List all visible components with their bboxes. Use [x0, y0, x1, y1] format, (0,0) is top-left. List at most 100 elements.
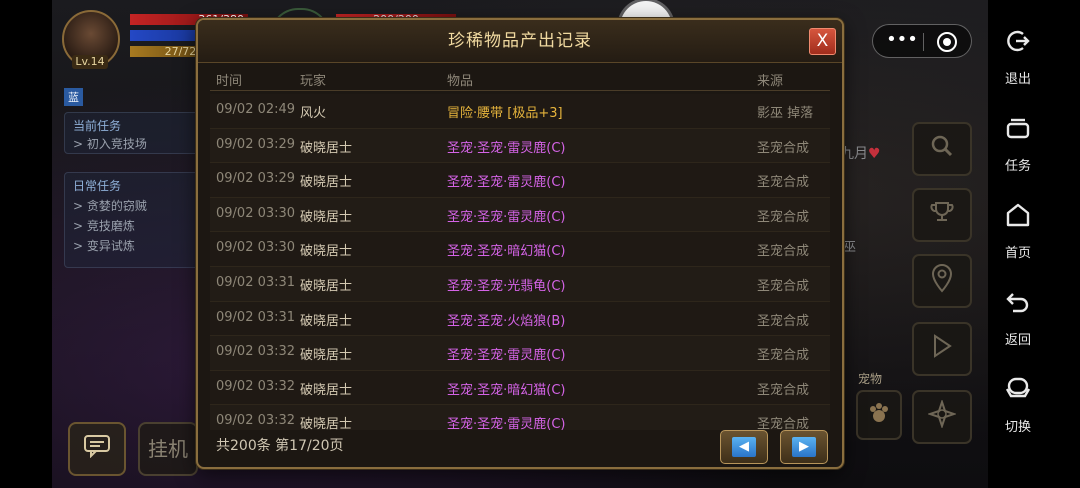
nav-back-label: 返回 [1004, 333, 1031, 348]
pet-label: 宠物 [858, 372, 883, 386]
auto-battle-button[interactable]: 挂机 [138, 422, 198, 476]
table-row: 09/02 03:32 破晓居士 圣宠·圣宠·雷灵鹿(C) 圣宠合成 [210, 405, 830, 430]
nav-switch-label: 切换 [1004, 420, 1031, 435]
table-header: 时间 玩家 物品 来源 [210, 68, 830, 91]
pagination-info: 共200条 第17/20页 [216, 438, 344, 454]
search-button[interactable] [912, 122, 972, 176]
capsule-divider [923, 33, 924, 51]
scene-npc-label: 九月♥ [840, 143, 881, 163]
nav-exit-label: 退出 [1004, 72, 1031, 87]
exit-icon [998, 28, 1038, 58]
cell-item: 圣宠·圣宠·雷灵鹿(C) [447, 348, 566, 364]
table-row: 09/02 03:32 破晓居士 圣宠·圣宠·暗幻猫(C) 圣宠合成 [210, 370, 830, 406]
current-quest-title: 当前任务 [73, 119, 122, 133]
star-emblem-icon [926, 398, 958, 434]
nav-exit[interactable]: 退出 [998, 28, 1038, 87]
cell-player: 破晓居士 [300, 244, 353, 260]
player-level: Lv.14 [72, 55, 108, 69]
cell-player: 破晓居士 [300, 348, 353, 364]
quest-panel: 蓝 当前任务 > 初入竞技场 日常任务 > 贪婪的窃贼 > 竞技磨炼 > 变异试… [64, 88, 200, 268]
nav-back[interactable]: 返回 [998, 289, 1038, 348]
home-icon [998, 202, 1038, 232]
cell-player: 破晓居士 [300, 382, 353, 398]
dialog-title: 珍稀物品产出记录 [448, 31, 592, 51]
table-row: 09/02 03:30 破晓居士 圣宠·圣宠·雷灵鹿(C) 圣宠合成 [210, 197, 830, 233]
cell-item: 圣宠·圣宠·雷灵鹿(C) [447, 140, 566, 156]
cell-source: 圣宠合成 [757, 175, 810, 191]
close-miniprogram-button[interactable] [937, 32, 957, 52]
cell-time: 09/02 03:30 [216, 205, 296, 221]
cell-player: 破晓居士 [300, 278, 353, 294]
search-icon [929, 133, 955, 165]
cell-source: 圣宠合成 [757, 140, 810, 156]
cell-player: 破晓居士 [300, 175, 353, 191]
cell-item: 圣宠·圣宠·暗幻猫(C) [447, 244, 566, 260]
nav-task-label: 任务 [1004, 159, 1031, 174]
map-pin-button[interactable] [912, 254, 972, 308]
column-header-item: 物品 [447, 74, 474, 89]
play-icon [931, 333, 953, 365]
cell-time: 09/02 03:29 [216, 171, 296, 187]
table-row: 09/02 03:31 破晓居士 圣宠·圣宠·光翡龟(C) 圣宠合成 [210, 266, 830, 302]
cell-player: 破晓居士 [300, 417, 353, 430]
skill-button[interactable] [912, 390, 972, 444]
table-row: 09/02 02:49 风火 冒险·腰带 [极品+3] 影巫 掉落 [210, 94, 830, 129]
cell-source: 圣宠合成 [757, 348, 810, 364]
cell-time: 09/02 03:31 [216, 274, 296, 290]
table-row: 09/02 03:32 破晓居士 圣宠·圣宠·雷灵鹿(C) 圣宠合成 [210, 336, 830, 371]
cell-source: 圣宠合成 [757, 417, 810, 430]
cell-item: 圣宠·圣宠·雷灵鹿(C) [447, 209, 566, 225]
current-quest-item[interactable]: > 初入竞技场 [73, 135, 147, 152]
cell-time: 09/02 03:32 [216, 378, 296, 394]
table-row: 09/02 03:31 破晓居士 圣宠·圣宠·火焰狼(B) 圣宠合成 [210, 301, 830, 337]
back-icon [998, 289, 1038, 319]
cell-source: 圣宠合成 [757, 382, 810, 398]
arrow-left-icon: ◀ [732, 437, 756, 457]
cell-source: 圣宠合成 [757, 244, 810, 260]
cell-item: 圣宠·圣宠·光翡龟(C) [447, 278, 566, 294]
next-page-button[interactable]: ▶ [780, 430, 828, 464]
cell-item: 圣宠·圣宠·暗幻猫(C) [447, 382, 566, 398]
daily-quest-item[interactable]: > 竞技磨炼 [73, 217, 135, 234]
pet-button[interactable] [856, 390, 902, 440]
daily-quest-item[interactable]: > 贪婪的窃贼 [73, 197, 147, 214]
daily-quest-item[interactable]: > 变异试炼 [73, 237, 135, 254]
cell-time: 09/02 03:29 [216, 136, 296, 152]
column-header-source: 来源 [757, 74, 784, 89]
close-button[interactable]: X [809, 28, 836, 55]
nav-home[interactable]: 首页 [998, 202, 1038, 261]
quest-tag: 蓝 [64, 88, 83, 106]
switch-icon [998, 376, 1038, 406]
table-row: 09/02 03:30 破晓居士 圣宠·圣宠·暗幻猫(C) 圣宠合成 [210, 232, 830, 267]
trophy-button[interactable] [912, 188, 972, 242]
chat-bubble-icon [83, 434, 111, 464]
task-icon [998, 115, 1038, 145]
column-header-time: 时间 [216, 74, 243, 89]
paw-icon [867, 401, 891, 430]
nav-switch[interactable]: 切换 [998, 376, 1038, 435]
cell-player: 破晓居士 [300, 313, 353, 329]
nav-task[interactable]: 任务 [998, 115, 1038, 174]
table-row: 09/02 03:29 破晓居士 圣宠·圣宠·雷灵鹿(C) 圣宠合成 [210, 163, 830, 198]
cell-item: 圣宠·圣宠·雷灵鹿(C) [447, 417, 566, 430]
prev-page-button[interactable]: ◀ [720, 430, 768, 464]
cell-source: 圣宠合成 [757, 209, 810, 225]
table-row: 09/02 03:29 破晓居士 圣宠·圣宠·雷灵鹿(C) 圣宠合成 [210, 128, 830, 164]
mini-program-capsule: ••• [872, 24, 972, 58]
left-black-border [0, 0, 52, 488]
play-button[interactable] [912, 322, 972, 376]
chat-button[interactable] [68, 422, 126, 476]
trophy-icon [929, 199, 955, 231]
cell-time: 09/02 03:32 [216, 344, 296, 360]
arrow-right-icon: ▶ [792, 437, 816, 457]
cell-item: 圣宠·圣宠·雷灵鹿(C) [447, 175, 566, 191]
cell-player: 破晓居士 [300, 140, 353, 156]
cell-time: 09/02 02:49 [216, 102, 296, 117]
cell-item: 圣宠·圣宠·火焰狼(B) [447, 313, 566, 329]
cell-time: 09/02 03:31 [216, 309, 296, 325]
cell-player: 破晓居士 [300, 209, 353, 225]
cell-source: 圣宠合成 [757, 278, 810, 294]
map-pin-icon [930, 263, 954, 299]
more-options-button[interactable]: ••• [885, 29, 919, 53]
current-quest-box[interactable]: 当前任务 > 初入竞技场 [64, 112, 200, 154]
